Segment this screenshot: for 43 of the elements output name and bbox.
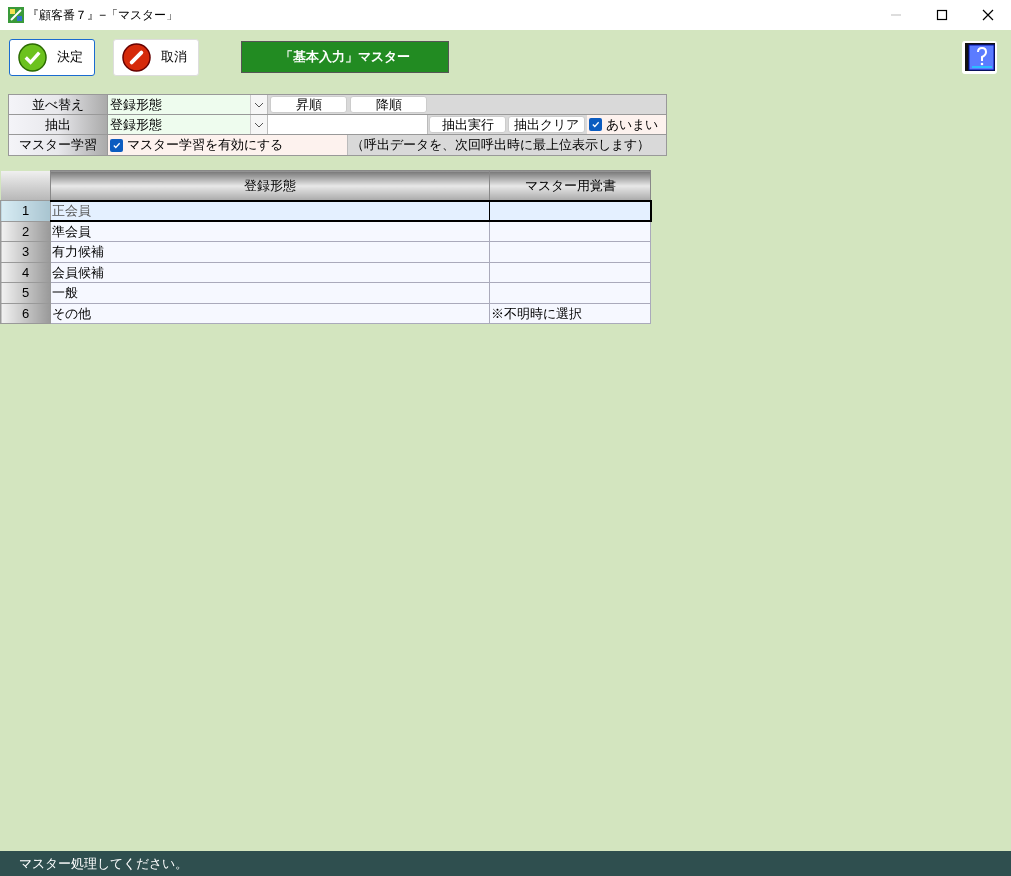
- row-number: 6: [0, 303, 51, 324]
- row-number: 4: [0, 262, 51, 283]
- note-text: （呼出データを、次回呼出時に最上位表示します）: [350, 136, 650, 155]
- status-message: マスター処理してください。: [19, 854, 188, 873]
- dropdown-field[interactable]: 登録形態: [108, 95, 268, 114]
- row-number: 1: [0, 200, 51, 221]
- row-number: 2: [0, 221, 51, 242]
- learning-checkbox[interactable]: [110, 138, 123, 152]
- chevron-down-icon: [254, 101, 264, 108]
- help-book-icon: [964, 43, 995, 71]
- table-cell: 正会員: [50, 200, 490, 221]
- checkmark-icon: [112, 140, 121, 150]
- action-button[interactable]: 降順: [350, 96, 427, 113]
- action-button[interactable]: 抽出クリア: [508, 116, 585, 133]
- action-button[interactable]: 昇順: [270, 96, 347, 113]
- app-icon: [8, 7, 24, 23]
- table-cell: 準会員: [50, 221, 490, 242]
- checkmark-icon: [591, 120, 600, 129]
- table-cell: その他: [50, 303, 490, 324]
- help-button[interactable]: [962, 40, 997, 74]
- checkbox-label: マスター学習を有効にする: [127, 136, 283, 155]
- prohibited-icon: [122, 42, 151, 72]
- dropdown-field[interactable]: 登録形態: [108, 115, 268, 134]
- banner-title: 「基本入力」マスター: [241, 41, 449, 73]
- column-header: マスター用覚書: [489, 170, 651, 201]
- window-title: 『顧客番７』−「マスター」: [27, 7, 178, 24]
- row-label: 並べ替え: [9, 95, 108, 114]
- column-header: 登録形態: [50, 170, 490, 201]
- check-icon: [18, 42, 47, 72]
- row-number: 5: [0, 282, 51, 303]
- row-label: 抽出: [9, 115, 108, 134]
- cancel-button[interactable]: 取消: [113, 38, 199, 76]
- text-input-field[interactable]: [268, 115, 428, 134]
- table-cell: 会員候補: [50, 262, 490, 283]
- action-button[interactable]: 抽出実行: [429, 116, 506, 133]
- row-label: マスター学習: [9, 135, 108, 155]
- checkbox-label: あいまい: [606, 115, 658, 134]
- table-cell: 有力候補: [50, 241, 490, 262]
- row-number: 3: [0, 241, 51, 262]
- confirm-button[interactable]: 決定: [9, 38, 95, 76]
- chevron-down-icon: [254, 121, 264, 128]
- table-cell: 一般: [50, 282, 490, 303]
- fuzzy-checkbox[interactable]: [589, 118, 602, 131]
